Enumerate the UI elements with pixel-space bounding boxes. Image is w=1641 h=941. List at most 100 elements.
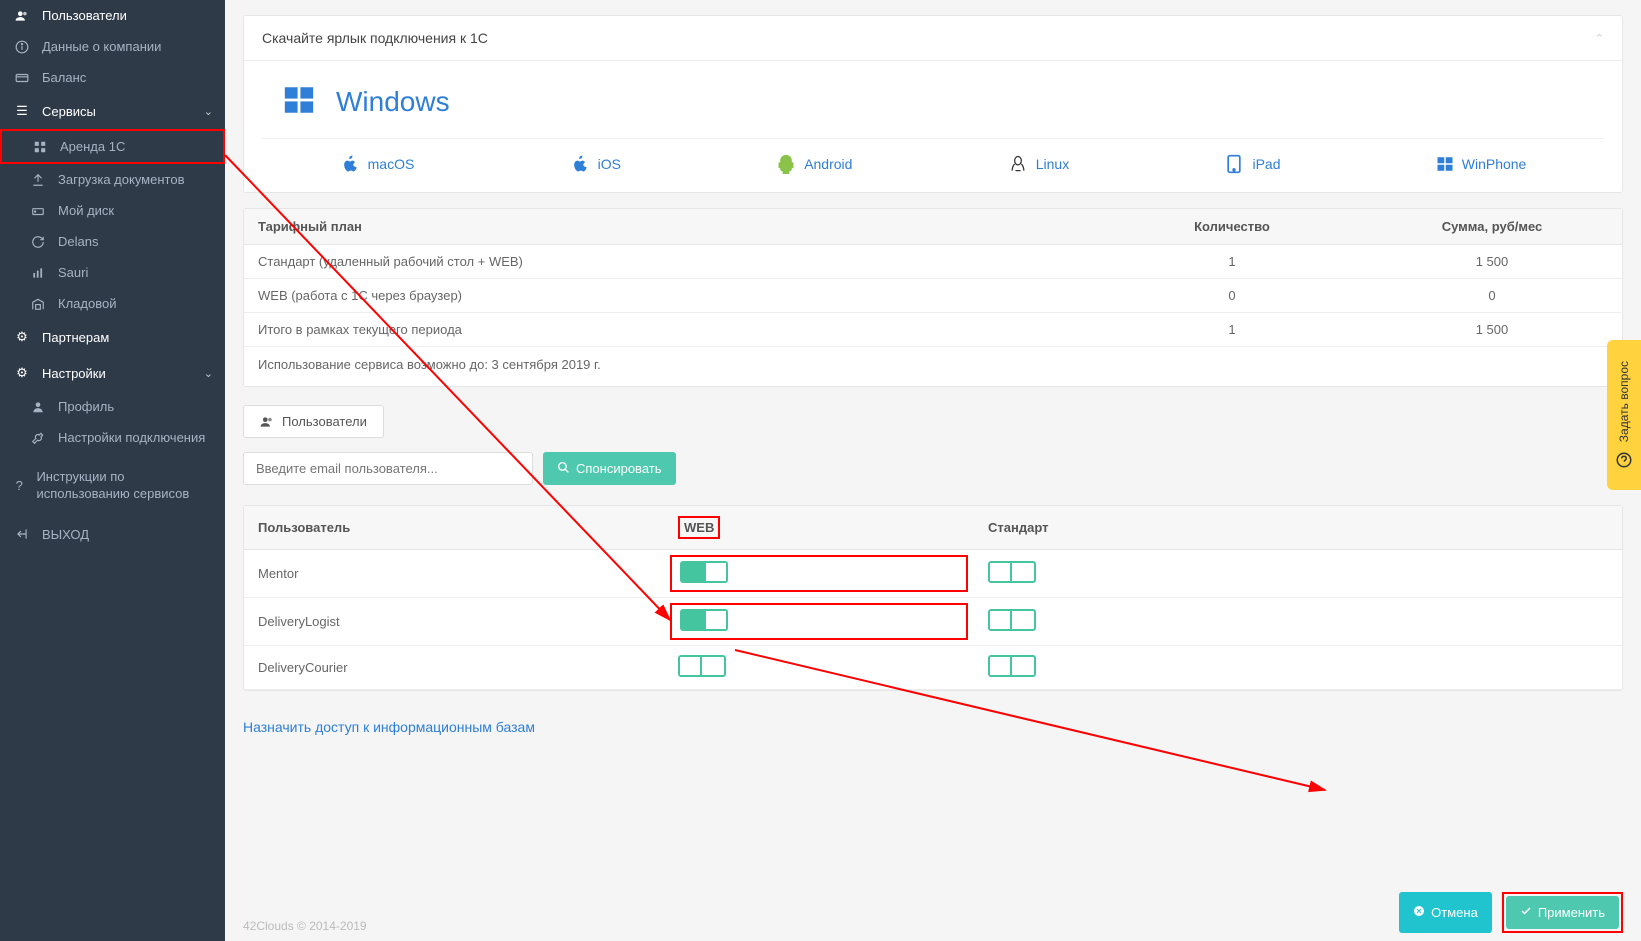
chevron-down-icon: ⌄ (204, 367, 213, 380)
disk-icon (28, 204, 48, 218)
feedback-label: Задать вопрос (1617, 361, 1631, 442)
tariff-head-sum: Сумма, руб/мес (1362, 209, 1622, 245)
linux-icon (1008, 154, 1028, 174)
users-table: Пользователь WEB Стандарт MentorDelivery… (243, 505, 1623, 691)
user-web (664, 598, 974, 646)
table-row: Стандарт (удаленный рабочий стол + WEB)1… (244, 245, 1622, 279)
grid-icon (30, 140, 50, 154)
tablet-icon (1224, 154, 1244, 174)
sidebar-label: Sauri (58, 265, 88, 280)
sponsor-label: Спонсировать (576, 461, 662, 476)
sidebar-label: Настройки подключения (58, 430, 205, 445)
sidebar-section-label: Настройки (42, 366, 106, 381)
feedback-tab[interactable]: Задать вопрос (1607, 340, 1641, 490)
tab-users[interactable]: Пользователи (243, 405, 384, 438)
email-input[interactable] (243, 452, 533, 485)
sidebar-label: Баланс (42, 70, 86, 85)
user-web (664, 550, 974, 598)
copyright: 42Clouds © 2014-2019 (243, 919, 367, 933)
card-icon (12, 71, 32, 85)
download-winphone[interactable]: WinPhone (1436, 155, 1527, 173)
apply-label: Применить (1538, 905, 1605, 920)
sidebar-item-instructions[interactable]: ? Инструкции по использованию сервисов (0, 461, 225, 511)
share-icon: ⚙ (12, 329, 32, 345)
sidebar-item-klad[interactable]: Кладовой (0, 288, 225, 319)
sidebar-item-sauri[interactable]: Sauri (0, 257, 225, 288)
sidebar-item-balance[interactable]: Баланс (0, 62, 225, 93)
user-std (974, 646, 1622, 690)
download-windows[interactable]: Windows (262, 79, 1604, 138)
tariff-sum: 0 (1362, 279, 1622, 313)
table-row: DeliveryLogist (244, 598, 1622, 646)
toggle[interactable] (678, 655, 726, 677)
tab-label: Пользователи (282, 414, 367, 429)
user-std (974, 550, 1622, 598)
warehouse-icon (28, 297, 48, 311)
sidebar-label: Кладовой (58, 296, 116, 311)
user-name: Mentor (244, 550, 664, 598)
sidebar-section-partners[interactable]: ⚙ Партнерам (0, 319, 225, 355)
download-panel: Скачайте ярлык подключения к 1С ⌃ Window… (243, 15, 1623, 193)
sidebar-label: Delans (58, 234, 98, 249)
windows-label: Windows (336, 86, 450, 118)
windows-icon (282, 83, 316, 120)
sidebar-section-services[interactable]: ☰Сервисы ⌄ (0, 93, 225, 129)
sidebar-section-label: Партнерам (42, 330, 109, 345)
close-icon (1413, 905, 1425, 920)
access-link[interactable]: Назначить доступ к информационным базам (243, 719, 535, 735)
apply-button[interactable]: Применить (1506, 896, 1619, 929)
sidebar-label: Пользователи (42, 8, 127, 23)
sidebar-item-logout[interactable]: ВЫХОД (0, 519, 225, 550)
sidebar-item-users[interactable]: Пользователи (0, 0, 225, 31)
toggle[interactable] (680, 561, 728, 583)
tariff-sum: 1 500 (1362, 313, 1622, 347)
table-row: Итого в рамках текущего периода11 500 (244, 313, 1622, 347)
sidebar-item-rent1c[interactable]: Аренда 1С (0, 129, 225, 164)
sidebar-item-profile[interactable]: Профиль (0, 391, 225, 422)
user-name: DeliveryLogist (244, 598, 664, 646)
download-panel-header[interactable]: Скачайте ярлык подключения к 1С ⌃ (244, 16, 1622, 60)
sponsor-button[interactable]: Спонсировать (543, 452, 676, 485)
sidebar-item-mydisk[interactable]: Мой диск (0, 195, 225, 226)
tariff-name: WEB (работа с 1С через браузер) (244, 279, 1102, 313)
user-web (664, 646, 974, 690)
refresh-icon (28, 235, 48, 249)
wrench-icon (28, 431, 48, 445)
sidebar-item-conn[interactable]: Настройки подключения (0, 422, 225, 453)
users-head-user: Пользователь (244, 506, 664, 550)
download-android[interactable]: Android (776, 154, 852, 174)
android-icon (776, 154, 796, 174)
upload-icon (28, 173, 48, 187)
sidebar-section-settings[interactable]: ⚙Настройки ⌄ (0, 355, 225, 391)
apple-icon (570, 154, 590, 174)
help-icon: ? (12, 478, 26, 493)
cancel-button[interactable]: Отмена (1399, 892, 1492, 933)
sidebar-label: Загрузка документов (58, 172, 184, 187)
download-macos[interactable]: macOS (340, 154, 415, 174)
tariff-qty: 1 (1102, 313, 1362, 347)
sidebar-item-delans[interactable]: Delans (0, 226, 225, 257)
os-label: iPad (1252, 156, 1280, 172)
toggle[interactable] (680, 609, 728, 631)
sidebar-label: Данные о компании (42, 39, 161, 54)
os-label: macOS (368, 156, 415, 172)
toggle[interactable] (988, 609, 1036, 631)
users-icon (260, 415, 274, 429)
logout-icon (12, 527, 32, 541)
user-name: DeliveryCourier (244, 646, 664, 690)
toggle[interactable] (988, 655, 1036, 677)
download-ipad[interactable]: iPad (1224, 154, 1280, 174)
sidebar-label: Инструкции по использованию сервисов (36, 469, 213, 503)
info-icon (12, 40, 32, 54)
os-label: WinPhone (1462, 156, 1527, 172)
sidebar-item-upload[interactable]: Загрузка документов (0, 164, 225, 195)
sidebar-item-company[interactable]: Данные о компании (0, 31, 225, 62)
sidebar-label: ВЫХОД (42, 527, 89, 542)
download-linux[interactable]: Linux (1008, 154, 1069, 174)
windows-icon (1436, 155, 1454, 173)
sidebar: Пользователи Данные о компании Баланс ☰С… (0, 0, 225, 941)
users-head-web: WEB (664, 506, 974, 550)
toggle[interactable] (988, 561, 1036, 583)
cancel-label: Отмена (1431, 905, 1478, 920)
download-ios[interactable]: iOS (570, 154, 621, 174)
